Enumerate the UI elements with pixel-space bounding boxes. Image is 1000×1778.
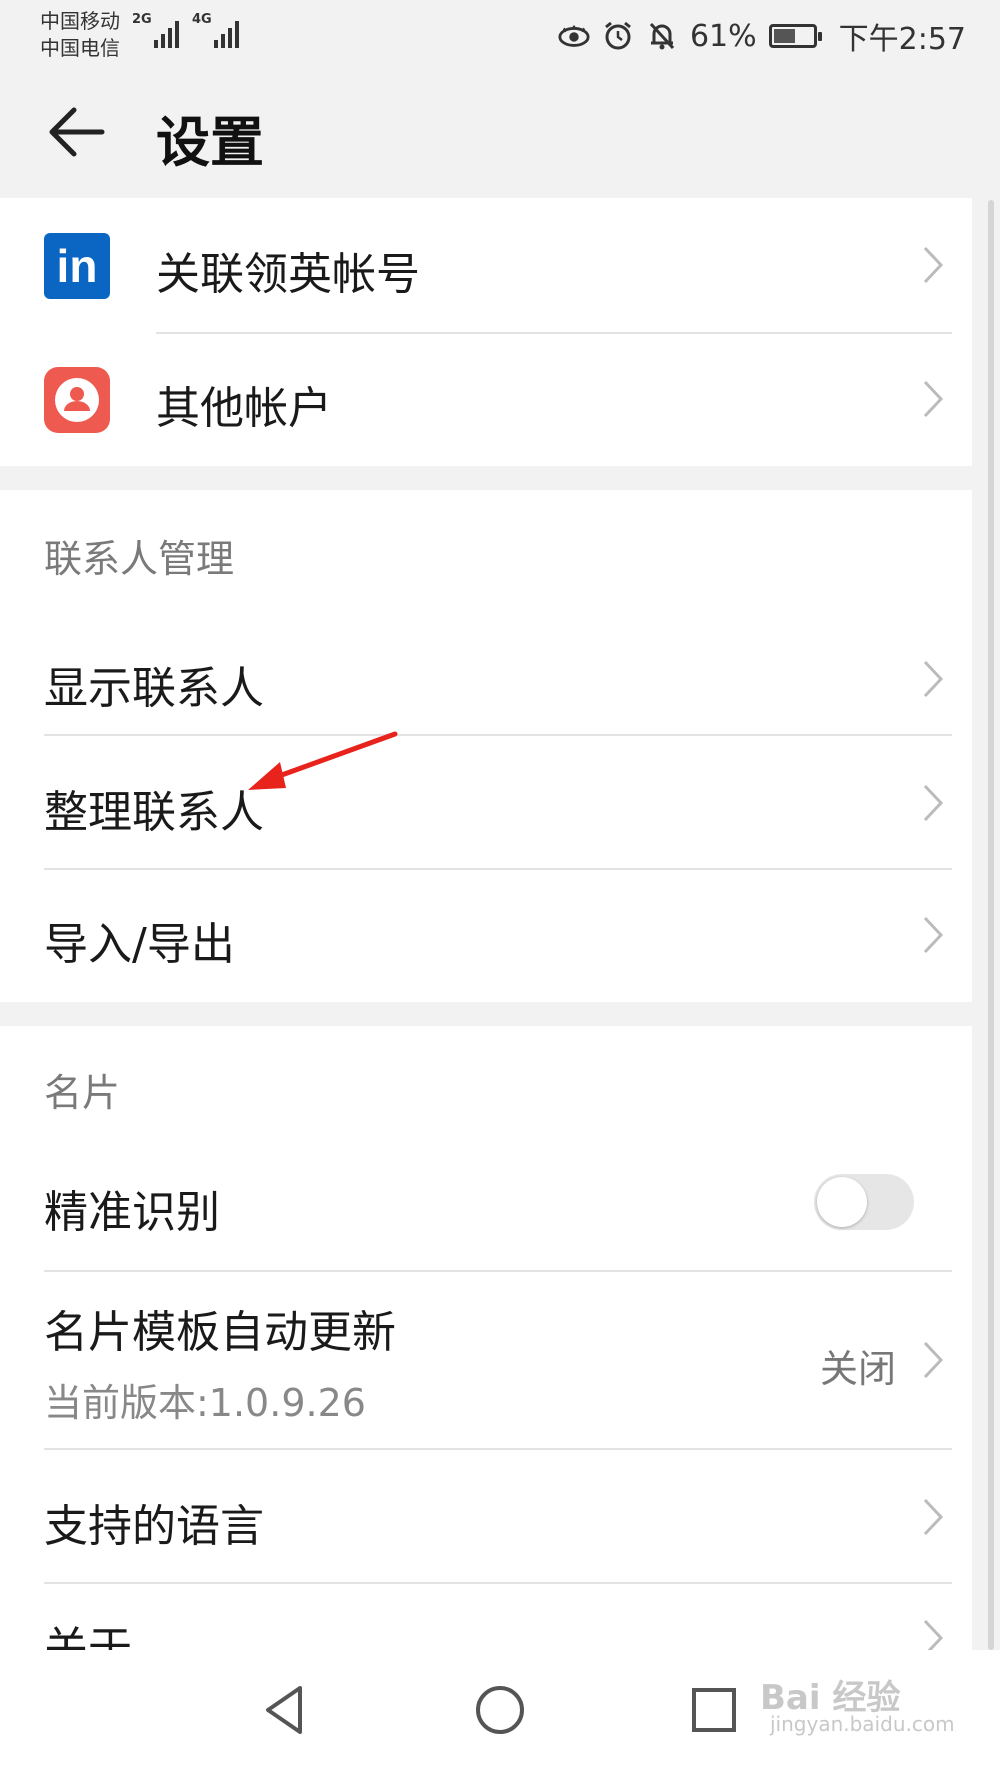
- carrier-1: 中国移动: [40, 9, 120, 33]
- chevron-right-icon: [923, 246, 944, 284]
- import-export-label: 导入/导出: [44, 919, 235, 970]
- carrier-2: 中国电信: [40, 36, 120, 60]
- clock: 下午2:57: [838, 22, 966, 57]
- back-arrow-icon: [49, 107, 105, 157]
- accounts-card: in 关联领英帐号 其他帐户: [0, 198, 972, 466]
- battery-icon: [768, 24, 822, 48]
- page-title: 设置: [156, 111, 264, 174]
- precise-recognition-label: 精准识别: [44, 1187, 220, 1238]
- app-header: 设置: [0, 70, 1000, 198]
- nav-back-button[interactable]: [256, 1680, 316, 1740]
- mute-bell-icon: [646, 20, 678, 52]
- precise-recognition-toggle[interactable]: [814, 1174, 914, 1230]
- display-contacts-row[interactable]: 显示联系人: [0, 612, 972, 746]
- signal-icon-1: 2G: [132, 12, 179, 48]
- signal-icon-2: 4G: [192, 12, 239, 48]
- supported-languages-row[interactable]: 支持的语言: [0, 1450, 972, 1584]
- linkedin-icon: in: [44, 233, 110, 299]
- battery-percent: 61%: [689, 18, 757, 54]
- triangle-back-icon: [266, 1686, 302, 1734]
- nav-home-button[interactable]: [470, 1680, 530, 1740]
- back-button[interactable]: [44, 100, 108, 164]
- display-contacts-label: 显示联系人: [44, 663, 264, 714]
- chevron-right-icon: [923, 380, 944, 418]
- toggle-knob: [817, 1177, 867, 1227]
- nav-recents-button[interactable]: [684, 1680, 744, 1740]
- account-icon: [44, 367, 110, 433]
- contact-management-card: 联系人管理 显示联系人 整理联系人 导入/导出: [0, 490, 972, 1002]
- chevron-right-icon: [923, 660, 944, 698]
- carrier-info: 中国移动 中国电信: [40, 8, 120, 62]
- status-bar: 中国移动 中国电信 2G 4G 61% 下午2:57: [0, 0, 1000, 70]
- network-type-1: 2G: [132, 12, 152, 27]
- import-export-row[interactable]: 导入/导出: [0, 870, 972, 1002]
- chevron-right-icon: [923, 916, 944, 954]
- organize-contacts-label: 整理联系人: [44, 787, 264, 838]
- alarm-icon: [602, 20, 634, 52]
- screen: 中国移动 中国电信 2G 4G 61% 下午2:57 设置 in 关联领英帐号 …: [0, 0, 1000, 1778]
- chevron-right-icon: [923, 1498, 944, 1536]
- template-update-value: 关闭: [819, 1347, 896, 1391]
- watermark-url: jingyan.baidu.com: [770, 1712, 955, 1736]
- template-update-label: 名片模板自动更新: [44, 1307, 396, 1358]
- eye-icon: [558, 20, 590, 52]
- supported-languages-label: 支持的语言: [44, 1501, 264, 1552]
- status-icons: 61% 下午2:57: [558, 14, 966, 58]
- network-type-2: 4G: [192, 12, 212, 27]
- linkedin-account-row[interactable]: in 关联领英帐号: [0, 198, 972, 332]
- scrollbar[interactable]: [988, 200, 994, 1650]
- organize-contacts-row[interactable]: 整理联系人: [0, 736, 972, 870]
- template-update-row[interactable]: 名片模板自动更新 当前版本:1.0.9.26 关闭: [0, 1272, 972, 1450]
- business-card-card: 名片 精准识别 名片模板自动更新 当前版本:1.0.9.26 关闭 支持的语言 …: [0, 1026, 972, 1674]
- section-title-contact-management: 联系人管理: [44, 537, 235, 581]
- precise-recognition-row: 精准识别: [0, 1136, 972, 1270]
- square-recents-icon: [692, 1688, 736, 1732]
- chevron-right-icon: [923, 784, 944, 822]
- linkedin-account-label: 关联领英帐号: [156, 249, 420, 300]
- circle-home-icon: [476, 1686, 524, 1734]
- template-version-text: 当前版本:1.0.9.26: [44, 1381, 366, 1425]
- annotation-arrow-icon: [248, 731, 398, 790]
- other-accounts-row[interactable]: 其他帐户: [0, 332, 972, 466]
- other-accounts-label: 其他帐户: [156, 383, 332, 434]
- section-title-business-card: 名片: [44, 1071, 121, 1115]
- chevron-right-icon: [923, 1341, 944, 1379]
